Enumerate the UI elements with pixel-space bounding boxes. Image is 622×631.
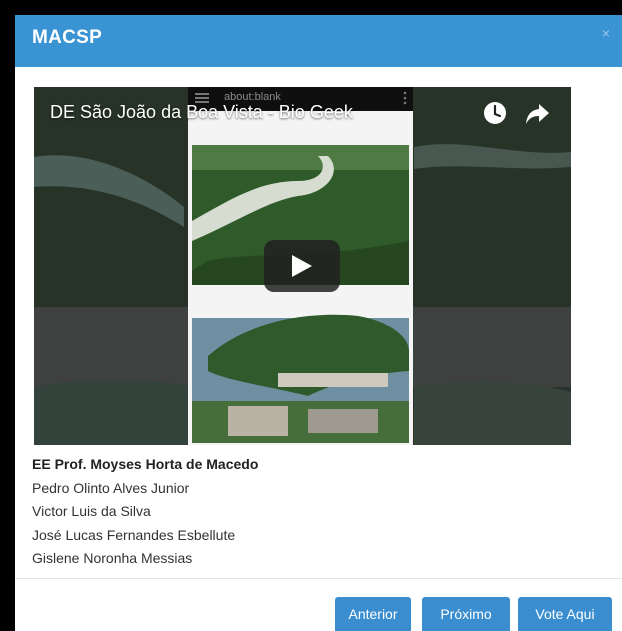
share-icon[interactable] bbox=[525, 102, 551, 126]
window-frame-left bbox=[0, 0, 15, 631]
next-button[interactable]: Próximo bbox=[422, 597, 510, 631]
member-name: José Lucas Fernandes Esbellute bbox=[32, 526, 236, 543]
member-name: Victor Luis da Silva bbox=[32, 503, 151, 519]
play-button[interactable] bbox=[264, 240, 340, 292]
video-title[interactable]: DE São João da Boa Vista - Bio Geek bbox=[50, 102, 353, 123]
play-icon bbox=[292, 255, 312, 277]
footer-divider bbox=[15, 578, 622, 579]
vote-button[interactable]: Vote Aqui bbox=[518, 597, 612, 631]
modal-title: MACSP bbox=[32, 27, 103, 48]
member-name: Gislene Noronha Messias bbox=[32, 550, 193, 566]
previous-button[interactable]: Anterior bbox=[335, 597, 411, 631]
video-player[interactable]: about:blank DE São João da Boa Vista - B… bbox=[34, 87, 571, 445]
member-name: Pedro Olinto Alves Junior bbox=[32, 479, 190, 496]
watch-later-icon[interactable] bbox=[482, 100, 508, 126]
modal-header: MACSP × bbox=[15, 15, 622, 67]
more-options-icon bbox=[403, 91, 407, 105]
close-button[interactable]: × bbox=[602, 25, 610, 41]
project-info: EE Prof. Moyses Horta de Macedo Pedro Ol… bbox=[32, 453, 258, 571]
window-frame-top bbox=[0, 0, 622, 15]
school-name: EE Prof. Moyses Horta de Macedo bbox=[32, 456, 259, 472]
modal-dialog: MACSP × about:blank DE São João da Boa V… bbox=[15, 15, 622, 631]
